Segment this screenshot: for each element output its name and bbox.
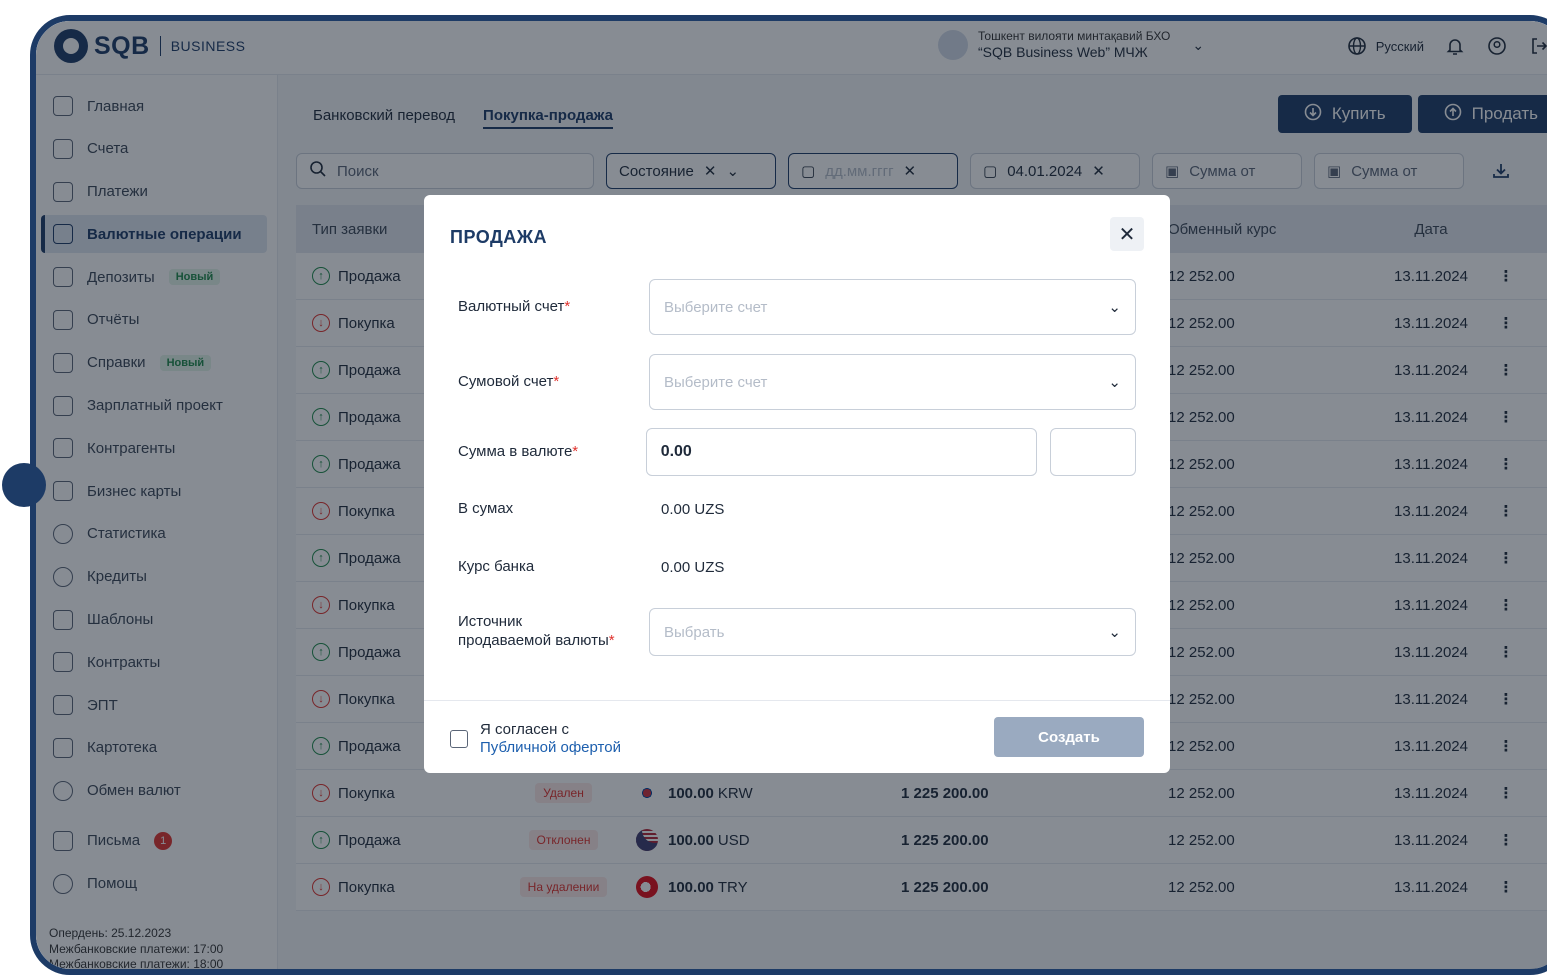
currency-account-placeholder: Выберите счет: [664, 298, 768, 316]
chevron-down-icon: ⌄: [1108, 374, 1121, 391]
currency-account-select[interactable]: Выберите счет ⌄: [649, 279, 1136, 335]
consent: Я согласен с Публичной офертой: [450, 721, 621, 757]
sum-account-label: Сумовой счет*: [458, 372, 560, 390]
in-sum-value: 0.00 UZS: [661, 500, 725, 518]
bank-rate-row: Курс банка 0.00 UZS: [458, 558, 1136, 577]
create-button[interactable]: Создать: [994, 717, 1144, 757]
public-offer-link[interactable]: Публичной офертой: [480, 739, 621, 757]
sum-account-select[interactable]: Выберите счет ⌄: [649, 354, 1136, 410]
currency-account-label: Валютный счет*: [458, 297, 571, 315]
consent-checkbox[interactable]: [450, 730, 468, 748]
source-row: Источник продаваемой валюты* Выбрать ⌄: [458, 608, 1136, 656]
divider: [424, 700, 1170, 701]
currency-code-input[interactable]: [1050, 428, 1136, 476]
source-placeholder: Выбрать: [664, 623, 725, 641]
in-sum-row: В сумах 0.00 UZS: [458, 500, 1136, 519]
source-label: Источник продаваемой валюты*: [458, 613, 615, 649]
bank-rate-value: 0.00 UZS: [661, 558, 725, 576]
consent-text: Я согласен с: [480, 721, 570, 738]
source-select[interactable]: Выбрать ⌄: [649, 608, 1136, 656]
in-sum-label: В сумах: [458, 500, 514, 517]
sell-dialog: ПРОДАЖА ✕ Валютный счет* Выберите счет ⌄…: [424, 195, 1170, 773]
amount-input[interactable]: 0.00: [645, 428, 1038, 476]
amount-row: Сумма в валюте* 0.00: [458, 428, 1136, 476]
sum-account-row: Сумовой счет* Выберите счет ⌄: [458, 354, 1136, 410]
close-icon: ✕: [1118, 223, 1136, 246]
sum-account-placeholder: Выберите счет: [664, 373, 768, 391]
close-button[interactable]: ✕: [1110, 217, 1144, 251]
bank-rate-label: Курс банка: [458, 558, 535, 575]
chevron-down-icon: ⌄: [1108, 299, 1121, 316]
amount-label: Сумма в валюте*: [458, 442, 579, 460]
pointer-marker: [2, 463, 46, 507]
currency-account-row: Валютный счет* Выберите счет ⌄: [458, 279, 1136, 335]
chevron-down-icon: ⌄: [1108, 624, 1121, 641]
dialog-title: ПРОДАЖА: [450, 227, 548, 247]
